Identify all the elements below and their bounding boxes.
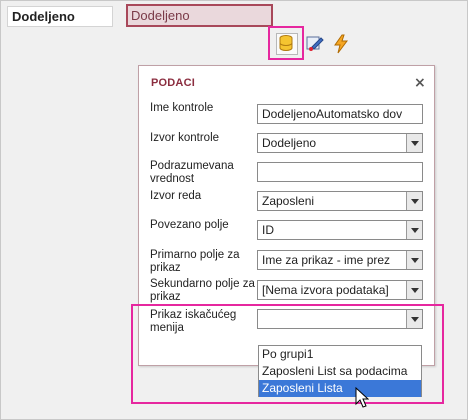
control-name-input[interactable]: DodeljenoAutomatsko dov bbox=[257, 104, 423, 124]
prop-label-popup-view: Prikaz iskačućeg menija bbox=[150, 309, 237, 334]
prop-label-default-value: Podrazumevana vrednost bbox=[150, 160, 234, 185]
label-control[interactable]: Dodeljeno bbox=[7, 6, 113, 27]
chevron-down-icon[interactable] bbox=[406, 192, 422, 210]
chevron-down-icon[interactable] bbox=[406, 221, 422, 239]
secondary-display-select[interactable]: [Nema izvora podataka] bbox=[257, 280, 423, 300]
mouse-pointer-icon bbox=[355, 386, 370, 412]
panel-title: PODACI bbox=[151, 77, 195, 89]
bound-field-select[interactable]: ID bbox=[257, 220, 423, 240]
prop-label-primary-display: Primarno polje za prikaz bbox=[150, 249, 240, 274]
data-tool-button[interactable] bbox=[268, 26, 304, 60]
default-value-input[interactable] bbox=[257, 162, 423, 182]
database-icon bbox=[277, 34, 297, 52]
popup-view-dropdown-list: Po grupi1 Zaposleni List sa podacima Zap… bbox=[258, 345, 422, 397]
list-item-selected[interactable]: Zaposleni Lista bbox=[259, 380, 421, 397]
selected-field-control[interactable]: Dodeljeno bbox=[126, 4, 273, 27]
popup-view-select[interactable] bbox=[257, 309, 423, 329]
list-item[interactable]: Po grupi1 bbox=[259, 346, 421, 363]
prop-label-control-source: Izvor kontrole bbox=[150, 132, 220, 144]
chevron-down-icon[interactable] bbox=[406, 281, 422, 299]
list-item[interactable]: Zaposleni List sa podacima bbox=[259, 363, 421, 380]
format-brush-icon bbox=[304, 33, 326, 55]
chevron-down-icon[interactable] bbox=[406, 251, 422, 269]
chevron-down-icon[interactable] bbox=[406, 310, 422, 328]
format-tool-button[interactable] bbox=[304, 33, 326, 55]
chevron-down-icon[interactable] bbox=[406, 134, 422, 152]
prop-label-secondary-display: Sekundarno polje za prikaz bbox=[150, 278, 255, 303]
prop-label-control-name: Ime kontrole bbox=[150, 102, 214, 114]
primary-display-select[interactable]: Ime za prikaz - ime prez bbox=[257, 250, 423, 270]
control-source-select[interactable]: Dodeljeno bbox=[257, 133, 423, 153]
prop-label-bound-field: Povezano polje bbox=[150, 219, 229, 231]
event-tool-button[interactable] bbox=[330, 33, 352, 55]
close-icon[interactable]: × bbox=[414, 75, 426, 91]
prop-label-row-source: Izvor reda bbox=[150, 190, 202, 202]
row-source-select[interactable]: Zaposleni bbox=[257, 191, 423, 211]
lightning-icon bbox=[330, 33, 352, 55]
